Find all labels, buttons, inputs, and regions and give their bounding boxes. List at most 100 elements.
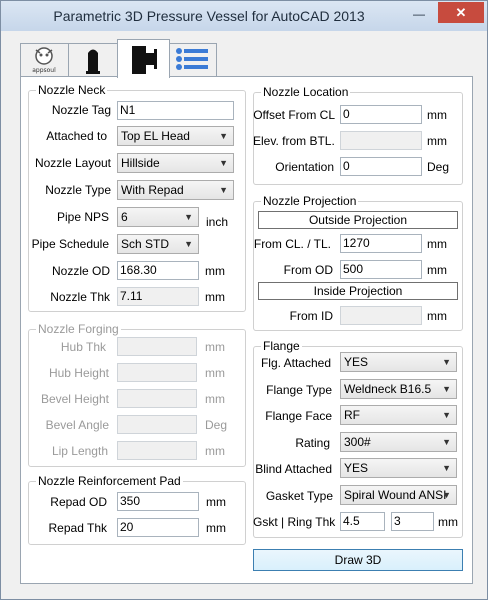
flange-type-value: Weldneck B16.5 <box>344 382 432 396</box>
tab-vessel[interactable] <box>68 43 118 76</box>
repad-thk-label: Repad Thk <box>48 521 107 535</box>
pipe-nps-select[interactable]: 6 ▼ <box>117 207 199 227</box>
tab-list[interactable] <box>169 43 217 76</box>
outside-projection-header: Outside Projection <box>258 211 458 229</box>
nozzle-od-unit: mm <box>205 264 225 278</box>
repad-od-input[interactable]: 350 <box>117 492 199 511</box>
gasket-type-label: Gasket Type <box>265 489 333 503</box>
flange-face-value: RF <box>344 408 360 422</box>
pipe-nps-label: Pipe NPS <box>56 210 109 224</box>
gskt-ring-unit: mm <box>438 515 458 529</box>
vessel-shell-icon <box>86 49 100 74</box>
chevron-down-icon: ▼ <box>442 357 451 367</box>
lip-length-unit: mm <box>205 444 225 458</box>
blind-attached-select[interactable]: YES ▼ <box>340 458 457 478</box>
chevron-down-icon: ▼ <box>184 239 193 249</box>
nozzle-type-select[interactable]: With Repad ▼ <box>117 180 234 200</box>
orientation-unit: Deg <box>427 160 450 174</box>
attached-to-select[interactable]: Top EL Head ▼ <box>117 126 234 146</box>
offset-input[interactable]: 0 <box>340 105 422 124</box>
lip-length-input[interactable] <box>117 441 197 460</box>
nozzle-tag-input[interactable]: N1 <box>117 101 234 120</box>
orientation-label: Orientation <box>275 160 334 174</box>
repad-legend: Nozzle Reinforcement Pad <box>36 474 183 488</box>
nozzle-type-label: Nozzle Type <box>45 183 111 197</box>
flange-type-label: Flange Type <box>266 383 332 397</box>
hub-height-unit: mm <box>205 366 225 380</box>
title-bar[interactable]: Parametric 3D Pressure Vessel for AutoCA… <box>1 1 487 31</box>
hub-thk-label: Hub Thk <box>60 340 106 354</box>
flg-attached-label: Flg. Attached <box>260 356 331 370</box>
chevron-down-icon: ▼ <box>442 490 451 500</box>
minimize-button[interactable]: — <box>406 5 432 23</box>
repad-thk-unit: mm <box>206 521 226 535</box>
nozzle-layout-select[interactable]: Hillside ▼ <box>117 153 234 173</box>
chevron-down-icon: ▼ <box>442 384 451 394</box>
nozzle-neck-legend: Nozzle Neck <box>36 83 108 97</box>
blind-attached-value: YES <box>344 461 369 475</box>
list-icon <box>176 48 208 70</box>
nozzle-tag-label: Nozzle Tag <box>51 103 111 117</box>
ring-thk-input[interactable]: 3 <box>391 512 434 531</box>
draw-3d-button[interactable]: Draw 3D <box>253 549 463 571</box>
offset-unit: mm <box>427 108 447 122</box>
nozzle-projection-legend: Nozzle Projection <box>261 194 359 208</box>
from-od-input[interactable]: 500 <box>340 260 422 279</box>
gasket-thk-input[interactable]: 4.5 <box>340 512 385 531</box>
nozzle-od-label: Nozzle OD <box>51 264 110 278</box>
nozzle-icon <box>132 46 157 74</box>
offset-label: Offset From CL <box>253 108 335 122</box>
chevron-down-icon: ▼ <box>442 463 451 473</box>
hub-height-label: Hub Height <box>48 366 109 380</box>
nozzle-thk-label: Nozzle Thk <box>50 290 110 304</box>
bevel-height-input[interactable] <box>117 389 197 408</box>
bevel-height-label: Bevel Height <box>40 392 109 406</box>
gasket-type-select[interactable]: Spiral Wound ANSI ▼ <box>340 485 457 505</box>
repad-od-unit: mm <box>206 495 226 509</box>
hub-thk-input[interactable] <box>117 337 197 356</box>
from-cl-unit: mm <box>427 237 447 251</box>
chevron-down-icon: ▼ <box>442 410 451 420</box>
chevron-down-icon: ▼ <box>219 158 228 168</box>
window-title: Parametric 3D Pressure Vessel for AutoCA… <box>53 8 365 24</box>
appsoul-logo-icon: appsoul <box>32 47 56 74</box>
tab-nozzle[interactable] <box>117 39 170 78</box>
pipe-schedule-select[interactable]: Sch STD ▼ <box>117 234 199 254</box>
nozzle-layout-value: Hillside <box>121 156 160 170</box>
nozzle-od-input[interactable]: 168.30 <box>117 261 199 280</box>
from-cl-input[interactable]: 1270 <box>340 234 422 253</box>
from-cl-label: From CL. / TL. <box>253 237 331 251</box>
bevel-angle-input[interactable] <box>117 415 197 434</box>
nozzle-thk-input[interactable]: 7.11 <box>117 287 199 306</box>
nozzle-layout-label: Nozzle Layout <box>34 156 111 170</box>
repad-od-label: Repad OD <box>50 495 107 509</box>
from-id-input[interactable] <box>340 306 422 325</box>
bevel-angle-unit: Deg <box>205 418 228 432</box>
orientation-input[interactable]: 0 <box>340 157 422 176</box>
elev-label: Elev. from BTL. <box>253 134 335 148</box>
close-button[interactable]: ✕ <box>438 2 484 23</box>
rating-select[interactable]: 300# ▼ <box>340 432 457 452</box>
flange-type-select[interactable]: Weldneck B16.5 ▼ <box>340 379 457 399</box>
attached-to-label: Attached to <box>46 129 107 143</box>
nozzle-thk-unit: mm <box>205 290 225 304</box>
blind-attached-label: Blind Attached <box>255 462 332 476</box>
pipe-schedule-label: Pipe Schedule <box>31 237 109 251</box>
repad-thk-input[interactable]: 20 <box>117 518 199 537</box>
elev-input[interactable] <box>340 131 422 150</box>
tab-appsoul[interactable]: appsoul <box>20 43 69 76</box>
nozzle-forging-legend: Nozzle Forging <box>36 322 121 336</box>
inside-projection-header: Inside Projection <box>258 282 458 300</box>
from-od-unit: mm <box>427 263 447 277</box>
nozzle-type-value: With Repad <box>121 183 184 197</box>
gasket-type-value: Spiral Wound ANSI <box>344 488 447 502</box>
hub-thk-unit: mm <box>205 340 225 354</box>
attached-to-value: Top EL Head <box>121 129 190 143</box>
hub-height-input[interactable] <box>117 363 197 382</box>
nozzle-location-legend: Nozzle Location <box>261 85 351 99</box>
flg-attached-select[interactable]: YES ▼ <box>340 352 457 372</box>
bevel-height-unit: mm <box>205 392 225 406</box>
flange-face-label: Flange Face <box>265 409 332 423</box>
flange-face-select[interactable]: RF ▼ <box>340 405 457 425</box>
chevron-down-icon: ▼ <box>219 131 228 141</box>
